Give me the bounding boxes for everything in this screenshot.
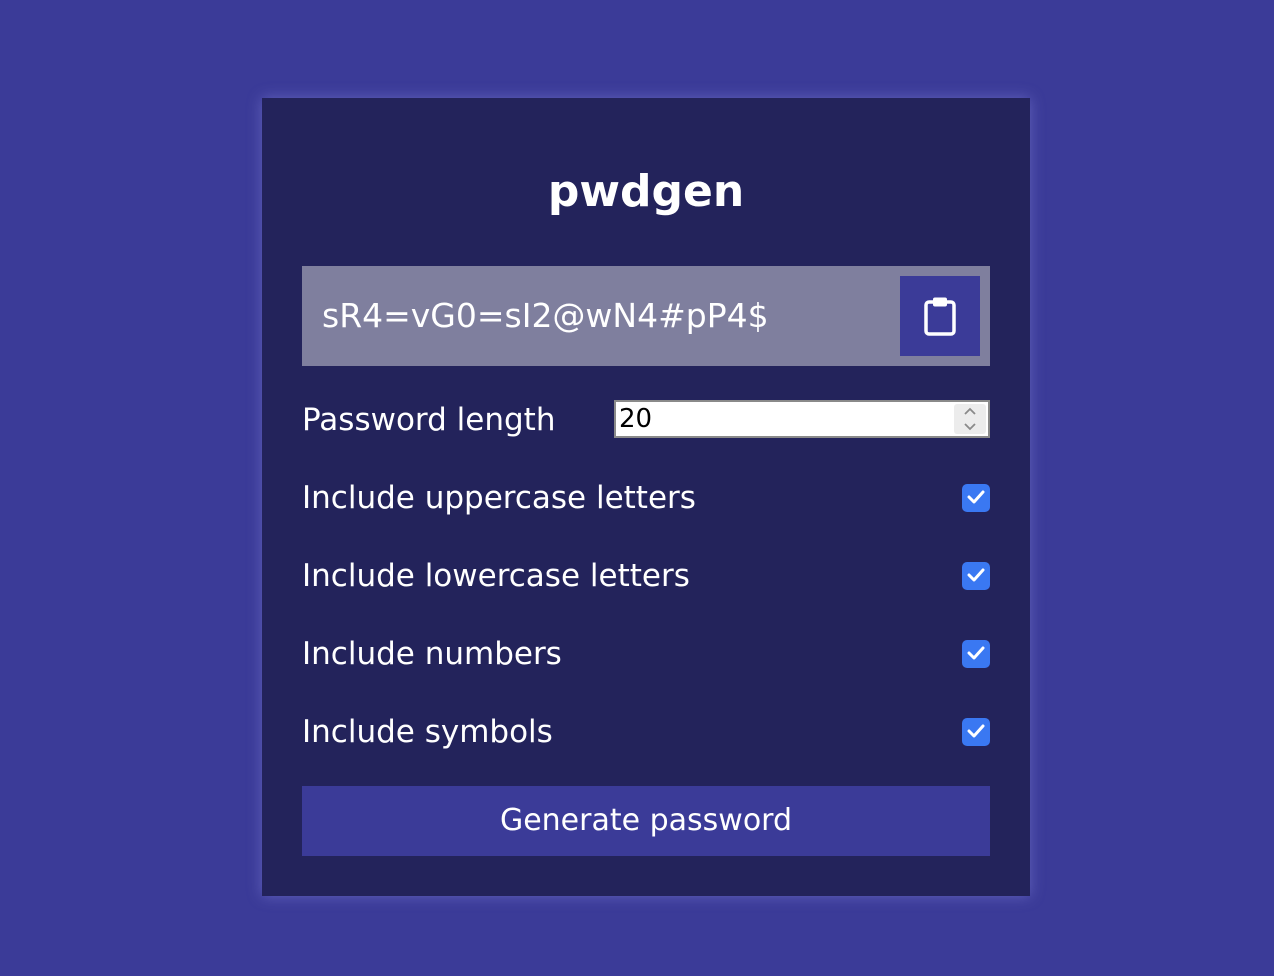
setting-symbols: Include symbols (302, 710, 990, 754)
password-output[interactable]: sR4=vG0=sI2@wN4#pP4$ (322, 292, 769, 340)
spin-up-icon[interactable] (954, 404, 986, 419)
copy-to-clipboard-button[interactable] (900, 276, 980, 356)
setting-lowercase: Include lowercase letters (302, 554, 990, 598)
numbers-label: Include numbers (302, 636, 562, 672)
setting-uppercase: Include uppercase letters (302, 476, 990, 520)
password-generator-card: pwdgen sR4=vG0=sI2@wN4#pP4$ Password len… (262, 98, 1030, 896)
clipboard-icon (923, 296, 957, 336)
password-length-value[interactable]: 20 (619, 402, 652, 436)
setting-password-length: Password length 20 (302, 398, 990, 442)
checkmark-icon (967, 645, 985, 664)
checkmark-icon (967, 567, 985, 586)
numbers-checkbox[interactable] (962, 640, 990, 668)
uppercase-checkbox[interactable] (962, 484, 990, 512)
symbols-label: Include symbols (302, 714, 553, 750)
symbols-checkbox[interactable] (962, 718, 990, 746)
uppercase-label: Include uppercase letters (302, 480, 696, 516)
generate-password-button[interactable]: Generate password (302, 786, 990, 856)
length-spinner[interactable] (954, 404, 986, 434)
password-length-input[interactable]: 20 (614, 400, 990, 438)
lowercase-label: Include lowercase letters (302, 558, 690, 594)
password-result: sR4=vG0=sI2@wN4#pP4$ (302, 266, 990, 366)
spin-down-icon[interactable] (954, 419, 986, 434)
password-length-label: Password length (302, 402, 556, 438)
checkmark-icon (967, 723, 985, 742)
app-title: pwdgen (547, 166, 745, 217)
checkmark-icon (967, 489, 985, 508)
lowercase-checkbox[interactable] (962, 562, 990, 590)
setting-numbers: Include numbers (302, 632, 990, 676)
